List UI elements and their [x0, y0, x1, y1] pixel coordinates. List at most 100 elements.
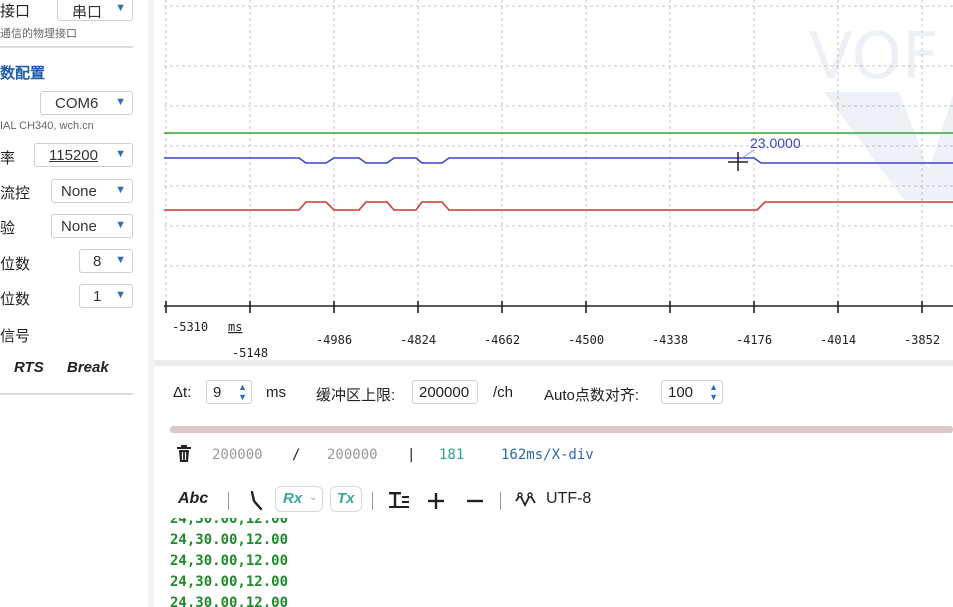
port-select[interactable]: COM6 ▼ — [40, 91, 133, 115]
buffer-capacity: 200000 — [327, 447, 378, 463]
buffer-stats: 200000 / 200000 | 181 162ms/X-div — [154, 438, 953, 474]
chevron-down-icon: ⌄ — [309, 492, 318, 503]
baud-value: 115200 — [49, 147, 98, 164]
spinner-arrows-icon[interactable]: ▲ ▼ — [238, 382, 247, 402]
text-format-icon[interactable] — [388, 491, 410, 509]
encoding-selector[interactable]: UTF-8 — [546, 490, 591, 508]
toolbar-separator — [228, 492, 229, 510]
separator-slash: / — [292, 447, 301, 463]
x-tick-label: -4986 — [316, 333, 352, 347]
separator-bar: | — [407, 447, 416, 463]
chevron-down-icon: ▼ — [115, 2, 126, 14]
flow-label: 流控 — [0, 185, 31, 202]
buffer-label: 缓冲区上限: — [316, 387, 396, 404]
flow-select[interactable]: None ▼ — [51, 179, 133, 203]
chevron-down-icon: ▼ — [115, 219, 126, 231]
log-line: 24,30.00,12.00 — [170, 532, 289, 548]
tx-label: Tx — [337, 490, 355, 507]
rx-label: Rx — [283, 490, 303, 507]
port-type-hint: 通信的物理接口 — [0, 28, 77, 40]
divider — [0, 46, 133, 48]
text-mode-button[interactable]: Abc — [178, 490, 208, 508]
port-type-value: 串口 — [72, 4, 103, 21]
zoom-out-icon[interactable] — [467, 493, 483, 509]
dt-spinbox[interactable]: 9 ▲ ▼ — [206, 380, 252, 404]
buffer-value: 200000 — [419, 384, 470, 401]
flow-value: None — [61, 183, 97, 200]
watermark-logo: VOF — [809, 20, 953, 200]
rts-toggle[interactable]: RTS — [14, 359, 44, 376]
port-hint: IAL CH340, wch.cn — [0, 120, 94, 132]
dt-unit: ms — [266, 384, 286, 401]
auto-align-spinbox[interactable]: 100 ▲ ▼ — [661, 380, 723, 404]
tx-filter-button[interactable]: Tx — [330, 486, 362, 512]
databits-select[interactable]: 8 ▼ — [79, 249, 133, 273]
baud-label: 率 — [0, 150, 16, 167]
divider — [0, 393, 133, 395]
time-scale: 162ms/X-div — [501, 447, 594, 463]
buffer-used: 200000 — [212, 447, 263, 463]
chevron-down-icon: ▼ — [115, 96, 126, 108]
x-tick-label: -4662 — [484, 333, 520, 347]
baud-select[interactable]: 115200 ▼ — [34, 143, 133, 167]
buffer-unit: /ch — [493, 384, 514, 401]
config-sidebar: 接口 串口 ▼ 通信的物理接口 数配置 COM6 ▼ IAL CH340, wc… — [0, 0, 148, 607]
port-type-label: 接口 — [0, 3, 31, 20]
log-line: 24,30.00,12.00 — [170, 553, 289, 569]
parity-select[interactable]: None ▼ — [51, 214, 133, 238]
x-tick-label: -4176 — [736, 333, 772, 347]
x-tick-label: -3852 — [904, 333, 940, 347]
spinner-arrows-icon[interactable]: ▲ ▼ — [709, 382, 718, 402]
series-red-line — [164, 201, 953, 211]
x-tick-label: -5310 — [172, 320, 208, 334]
chevron-down-icon: ▼ — [115, 254, 126, 266]
auto-align-label: Auto点数对齐: — [544, 387, 640, 404]
databits-label: 位数 — [0, 256, 31, 273]
serial-log[interactable]: 24,30.00,12.00 24,30.00,12.00 24,30.00,12.… — [154, 518, 953, 607]
signal-label: 信号 — [0, 328, 31, 345]
auto-align-value: 100 — [668, 384, 694, 401]
trash-icon[interactable] — [176, 445, 192, 463]
zoom-in-icon[interactable] — [428, 493, 444, 509]
parity-value: None — [61, 218, 97, 235]
point-count: 181 — [439, 447, 465, 463]
dt-label: Δt: — [173, 384, 192, 401]
log-line: 24,30.00,12.00 — [170, 518, 289, 527]
chevron-down-icon: ▼ — [115, 148, 126, 160]
toolbar-separator — [372, 492, 373, 510]
section-title: 数配置 — [0, 65, 46, 82]
x-tick-label: -4824 — [400, 333, 436, 347]
series-blue-line — [164, 157, 953, 164]
log-line: 24,30.00,12.00 — [170, 574, 289, 590]
line-wrap-icon[interactable] — [249, 491, 263, 511]
buffer-input[interactable]: 200000 — [412, 380, 478, 404]
port-value: COM6 — [55, 95, 99, 112]
plot-canvas[interactable]: VOF -5310-5148-4986 -4824 -4662 -4500 -4338-… — [154, 0, 953, 360]
splitter-handle[interactable] — [170, 426, 953, 433]
waveform-plot[interactable]: VOF -5310 -5148 -4986 -4824 -4662 -4500 -4338-… — [154, 0, 953, 360]
log-line: 24,30.00,12.00 — [170, 595, 289, 607]
parity-label: 验 — [0, 220, 16, 237]
log-toolbar: Abc Rx ⌄ Tx UTF-8 — [154, 484, 953, 518]
x-axis-ticks: -5310 -5148 -4986 -4824 -4662 -4500 -4338 -4176… — [165, 301, 940, 360]
x-unit-label: ms — [228, 320, 242, 334]
break-toggle[interactable]: Break — [67, 359, 109, 376]
rx-filter-dropdown[interactable]: Rx ⌄ — [275, 486, 323, 512]
chevron-down-icon: ▼ — [115, 289, 126, 301]
cursor-crosshair-icon — [728, 149, 755, 171]
x-tick-label: -4014 — [820, 333, 856, 347]
stopbits-select[interactable]: 1 ▼ — [79, 284, 133, 308]
stopbits-value: 1 — [93, 288, 102, 305]
sampling-settings: Δt: 9 ▲ ▼ ms 缓冲区上限: 200000 /ch Auto点数对齐: … — [154, 366, 953, 426]
cursor-value-label: 23.0000 — [750, 135, 801, 151]
stopbits-label: 位数 — [0, 291, 31, 308]
chevron-down-icon: ▼ — [115, 184, 126, 196]
toolbar-separator — [500, 492, 501, 510]
port-type-select[interactable]: 串口 ▼ — [57, 0, 133, 21]
x-tick-label: -4338 — [652, 333, 688, 347]
x-tick-label: -4500 — [568, 333, 604, 347]
dt-value: 9 — [213, 384, 222, 401]
watermark-letters: VOF — [809, 20, 939, 94]
x-tick-label: -5148 — [232, 346, 268, 360]
waveform-icon[interactable] — [515, 492, 537, 508]
